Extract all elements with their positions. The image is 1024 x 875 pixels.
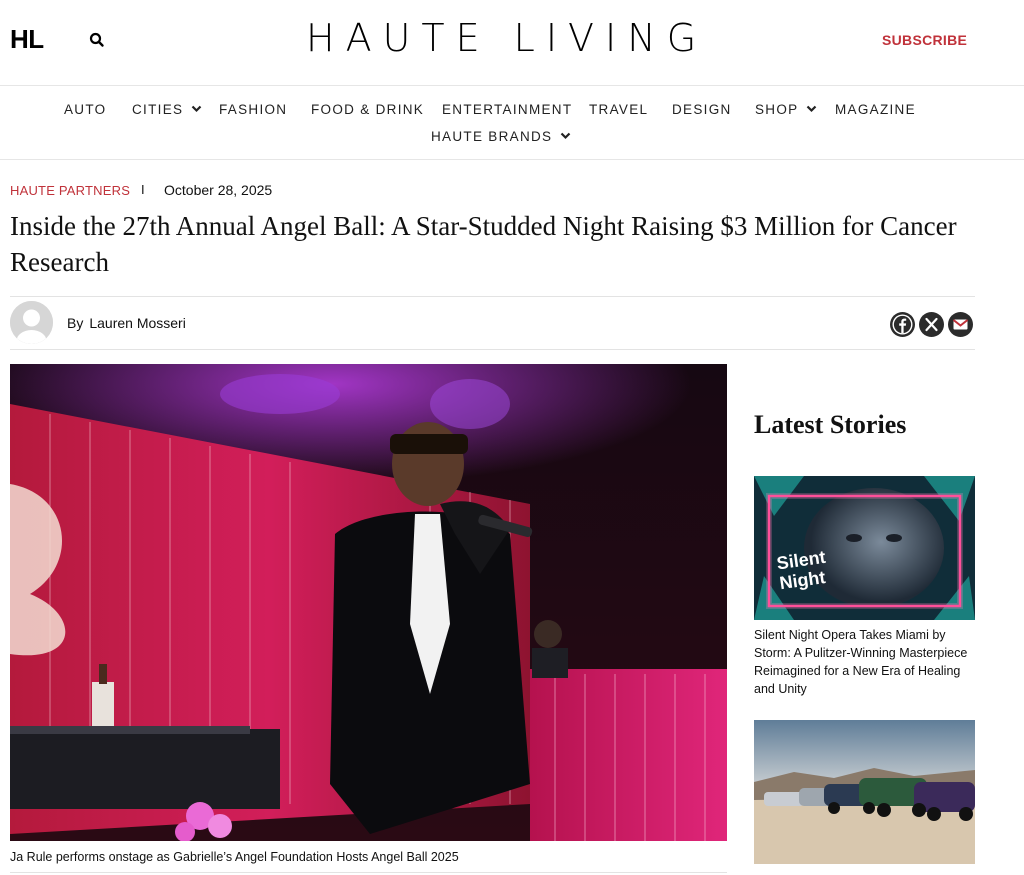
nav-item-label: HAUTE BRANDS: [431, 129, 553, 144]
nav-item-magazine[interactable]: MAGAZINE: [835, 102, 916, 117]
article-headline: Inside the 27th Annual Angel Ball: A Sta…: [10, 211, 957, 277]
main-nav: AUTO CITIES FASHION FOOD & DRINK ENTERTA…: [0, 86, 1024, 160]
nav-item-haute-brands[interactable]: HAUTE BRANDS: [431, 129, 571, 144]
nav-item-food-drink[interactable]: FOOD & DRINK: [311, 102, 424, 117]
nav-item-design[interactable]: DESIGN: [672, 102, 732, 117]
brand-logo[interactable]: HAUTE LIVING: [306, 16, 707, 60]
nav-item-entertainment[interactable]: ENTERTAINMENT: [442, 102, 572, 117]
nav-item-fashion[interactable]: FASHION: [219, 102, 287, 117]
search-icon[interactable]: [88, 31, 106, 49]
x-icon[interactable]: [919, 312, 944, 337]
hero-image: [10, 364, 727, 841]
publish-date: October 28, 2025: [164, 182, 273, 198]
chevron-down-icon: [806, 101, 817, 116]
byline: By Lauren Mosseri: [67, 315, 186, 331]
story-thumbnail[interactable]: Silent Night: [754, 476, 975, 620]
nav-item-cities[interactable]: CITIES: [132, 102, 202, 117]
hl-logo[interactable]: HL: [10, 24, 44, 55]
site-header: HL HAUTE LIVING SUBSCRIBE: [0, 0, 1024, 86]
nav-item-label: CITIES: [132, 102, 184, 117]
divider: [10, 872, 727, 873]
meta-separator: I: [141, 182, 145, 197]
divider: [10, 296, 975, 297]
nav-item-shop[interactable]: SHOP: [755, 102, 817, 117]
email-icon[interactable]: [948, 312, 973, 337]
thumb-text: Silent Night: [775, 547, 829, 593]
story-title-link[interactable]: Silent Night Opera Takes Miami by Storm:…: [754, 626, 979, 698]
author-link[interactable]: Lauren Mosseri: [89, 315, 186, 331]
chevron-down-icon: [560, 128, 571, 143]
chevron-down-icon: [191, 101, 202, 116]
story-thumbnail[interactable]: [754, 720, 975, 864]
latest-stories-heading: Latest Stories: [754, 410, 907, 439]
image-caption: Ja Rule performs onstage as Gabrielle’s …: [10, 850, 459, 864]
nav-item-auto[interactable]: AUTO: [64, 102, 106, 117]
avatar-placeholder-icon[interactable]: [10, 301, 53, 344]
nav-item-label: SHOP: [755, 102, 799, 117]
divider: [10, 349, 975, 350]
byline-prefix: By: [67, 315, 84, 331]
subscribe-link[interactable]: SUBSCRIBE: [882, 32, 967, 48]
category-link[interactable]: HAUTE PARTNERS: [10, 183, 130, 198]
facebook-icon[interactable]: [890, 312, 915, 337]
nav-item-travel[interactable]: TRAVEL: [589, 102, 648, 117]
